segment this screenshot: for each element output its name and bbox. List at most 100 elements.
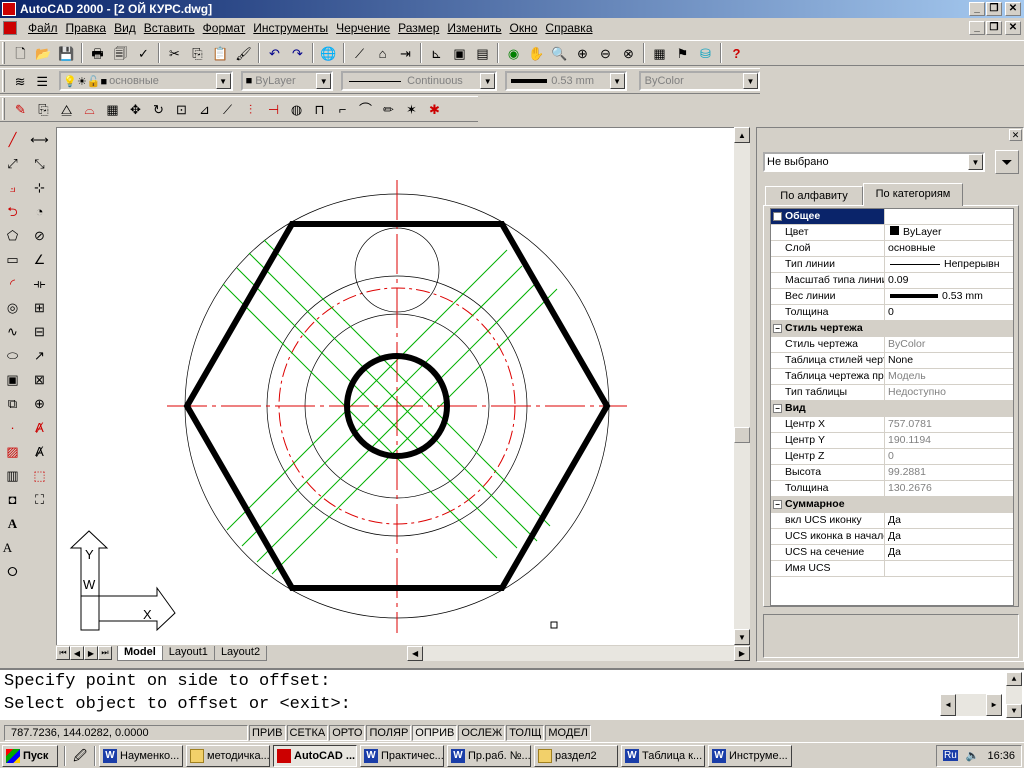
speaker-icon[interactable]: 🔈 — [966, 749, 980, 762]
leader-icon[interactable]: ↗ — [29, 343, 51, 367]
close-button[interactable]: ✕ — [1005, 2, 1021, 16]
minimize-button[interactable]: _ — [969, 2, 985, 16]
next-tab-icon[interactable]: ▶ — [84, 646, 98, 660]
lengthen-icon[interactable]: ⟋ — [216, 98, 239, 120]
last-tab-icon[interactable]: ⏭ — [98, 646, 112, 660]
menu-tools[interactable]: Инструменты — [249, 21, 332, 35]
scroll-up-icon[interactable]: ▲ — [1006, 672, 1022, 686]
edit-icon[interactable]: ✏ — [377, 98, 400, 120]
toggle-ortho[interactable]: ОРТО — [329, 725, 366, 741]
point-icon[interactable]: · — [2, 415, 24, 439]
tab-alphabetic[interactable]: По алфавиту — [765, 186, 863, 206]
array-icon[interactable]: ▦ — [101, 98, 124, 120]
linetype-combo[interactable]: Continuous ▼ — [341, 71, 498, 91]
linear-dim-icon[interactable]: ⟷ — [29, 127, 51, 151]
arc-icon[interactable]: ◜ — [2, 271, 24, 295]
menu-draw[interactable]: Черчение — [332, 21, 394, 35]
construction-line-icon[interactable]: ⤢ — [2, 151, 24, 175]
clock[interactable]: 16:36 — [987, 750, 1015, 762]
toggle-osnap[interactable]: ОПРИВ — [412, 725, 458, 741]
property-row[interactable]: Центр Z0 — [771, 449, 1013, 465]
task-button[interactable]: W Таблица к... — [621, 744, 705, 767]
property-row[interactable]: UCS иконка в начале кДа — [771, 529, 1013, 545]
dim-text-edit-icon[interactable]: Ⱥ — [29, 439, 51, 463]
rotate-icon[interactable]: ↻ — [147, 98, 170, 120]
menu-edit[interactable]: Правка — [62, 21, 111, 35]
property-row[interactable]: Имя UCS — [771, 561, 1013, 577]
design-center-icon[interactable]: ⚑ — [671, 42, 694, 64]
region2-icon[interactable]: ◘ — [2, 487, 24, 511]
doc-restore-button[interactable]: ❐ — [986, 21, 1002, 35]
doc-close-button[interactable]: ✕ — [1005, 21, 1021, 35]
menu-format[interactable]: Формат — [199, 21, 250, 35]
selection-combo[interactable]: Не выбрано ▼ — [763, 152, 985, 172]
circle-icon[interactable]: ◎ — [2, 295, 24, 319]
palette-close-icon[interactable]: ✕ — [1009, 129, 1022, 141]
paste-icon[interactable]: 📋 — [209, 42, 232, 64]
property-row[interactable]: Центр X 757.0781 — [771, 417, 1013, 433]
task-button[interactable]: раздел2 — [534, 744, 618, 767]
collapse-icon[interactable]: − — [773, 403, 782, 413]
break-icon[interactable]: ◍ — [285, 98, 308, 120]
quick-dim-icon[interactable]: ⟛ — [29, 271, 51, 295]
property-row[interactable]: Высота 99.2881 — [771, 465, 1013, 481]
extend-icon[interactable]: ⊣ — [262, 98, 285, 120]
chevron-down-icon[interactable]: ▼ — [215, 73, 231, 89]
copy-icon[interactable]: ⎘ — [186, 42, 209, 64]
make-block-icon[interactable]: ⧉ — [2, 391, 24, 415]
aligned-dim-icon[interactable]: ⤡ — [29, 151, 51, 175]
make-object-layer-current-icon[interactable]: ≋ — [9, 70, 31, 92]
task-button[interactable]: W Науменко... — [99, 744, 183, 767]
autocad-app-icon[interactable] — [2, 2, 16, 16]
polygon-icon[interactable]: ⮌ — [2, 199, 24, 223]
dim-style-icon[interactable]: ⛶ — [29, 487, 51, 511]
zoom-extents-icon[interactable]: ⊗ — [617, 42, 640, 64]
property-row[interactable]: Слой основные — [771, 241, 1013, 257]
zoom-window-icon[interactable]: ⊕ — [571, 42, 594, 64]
plotstyle-combo[interactable]: ByColor ▼ — [638, 71, 761, 91]
category-plotstyle[interactable]: − Стиль чертежа — [771, 321, 1013, 337]
open-icon[interactable]: 📂 — [32, 42, 55, 64]
property-row[interactable]: Таблица чертежа прив Модель — [771, 369, 1013, 385]
mirror-icon[interactable]: ⧋ — [55, 98, 78, 120]
task-button[interactable]: W Инструме... — [708, 744, 792, 767]
color-combo[interactable]: ■ ByLayer ▼ — [240, 71, 334, 91]
quick-select-icon[interactable]: ⏷ — [995, 150, 1019, 174]
scroll-up-icon[interactable]: ▲ — [734, 127, 750, 143]
hatch-icon[interactable]: ▨ — [2, 439, 24, 463]
menu-insert[interactable]: Вставить — [140, 21, 199, 35]
ucs-icon[interactable]: ⊾ — [425, 42, 448, 64]
copy-object-icon[interactable]: ⎘ — [32, 98, 55, 120]
toggle-otrack[interactable]: ОСЛЕЖ — [458, 725, 506, 741]
db-connect-icon[interactable]: ⛁ — [694, 42, 717, 64]
collapse-icon[interactable]: − — [773, 499, 782, 509]
donut-icon[interactable]: ⭘ — [2, 559, 24, 583]
toggle-polar[interactable]: ПОЛЯР — [366, 725, 412, 741]
dim-edit-icon[interactable]: Ⱥ — [29, 415, 51, 439]
print-icon[interactable]: 🖶 — [86, 42, 109, 64]
pentagon-icon[interactable]: ⬠ — [2, 223, 24, 247]
toolbar-grip[interactable] — [2, 42, 5, 64]
document-icon[interactable] — [3, 21, 17, 35]
insert-block-icon[interactable]: ▣ — [2, 367, 24, 391]
redo-icon[interactable]: ↷ — [286, 42, 309, 64]
hscroll-track[interactable] — [423, 645, 734, 661]
chevron-down-icon[interactable]: ▼ — [609, 73, 625, 89]
command-scrollbar[interactable]: ▲ ▼ — [1006, 672, 1022, 718]
category-misc[interactable]: − Суммарное — [771, 497, 1013, 513]
lineweight-combo[interactable]: 0.53 mm ▼ — [505, 71, 627, 91]
region-icon[interactable]: ▥ — [2, 463, 24, 487]
property-row[interactable]: Центр Y 190.1194 — [771, 433, 1013, 449]
task-button[interactable]: W Практичес... — [360, 744, 444, 767]
move-icon[interactable]: ✥ — [124, 98, 147, 120]
tab-categorized[interactable]: По категориям — [863, 183, 963, 206]
match-properties-icon[interactable]: 🖌 — [232, 42, 255, 64]
tab-model[interactable]: Model — [117, 645, 163, 661]
line-icon[interactable]: ╱ — [2, 127, 24, 151]
toggle-grid[interactable]: СЕТКА — [286, 725, 329, 741]
command-window[interactable]: Specify point on side to offset: Select … — [0, 668, 1024, 720]
quick-launch-icon[interactable]: 🖉 — [69, 745, 91, 767]
property-row[interactable]: Толщина 0 — [771, 305, 1013, 321]
language-indicator[interactable]: Ru — [942, 750, 958, 761]
menu-help[interactable]: Справка — [541, 21, 596, 35]
